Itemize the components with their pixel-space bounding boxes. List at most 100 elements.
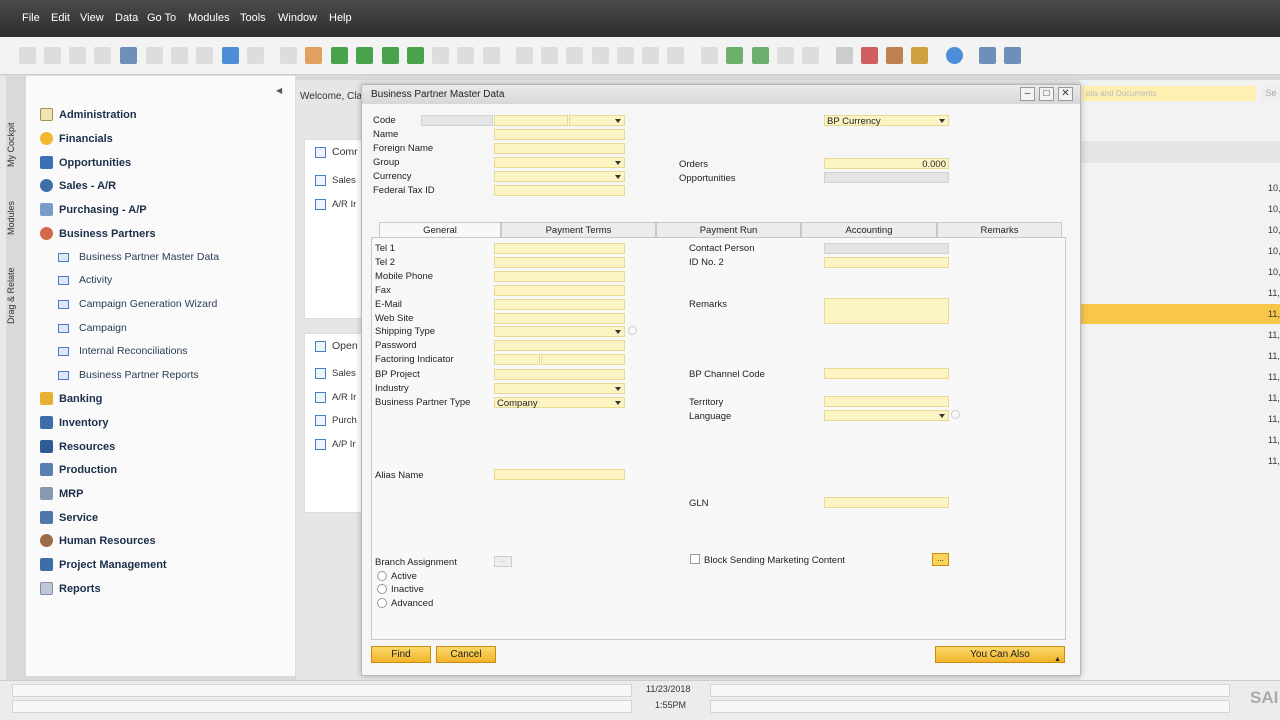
previous-record-icon[interactable] [356,47,373,64]
org-icon[interactable] [911,47,928,64]
gross-profit-icon[interactable] [617,47,634,64]
menu-window[interactable]: Window [278,12,317,24]
transaction-icon[interactable] [667,47,684,64]
mobile-field[interactable] [494,271,625,282]
last-record-icon[interactable] [407,47,424,64]
menu-edit[interactable]: Edit [51,12,70,24]
lock-icon[interactable] [247,47,264,64]
nav-mrp[interactable]: MRP [40,487,83,500]
sub-activity[interactable]: Activity [58,274,112,286]
filter-icon[interactable] [457,47,474,64]
sub-bp-reports[interactable]: Business Partner Reports [58,369,199,381]
tab-modules[interactable]: Modules [6,196,24,240]
alert-icon[interactable] [802,47,819,64]
nav-inventory[interactable]: Inventory [40,416,109,429]
website-field[interactable] [494,313,625,324]
word-icon[interactable] [171,47,188,64]
nav-business-partners[interactable]: Business Partners [40,227,156,240]
form-settings-icon[interactable] [752,47,769,64]
menu-file[interactable]: File [22,12,40,24]
tel2-field[interactable] [494,257,625,268]
sms-icon[interactable] [94,47,111,64]
widget-row[interactable]: A/R Ir [315,392,356,403]
you-can-also-button[interactable]: You Can Also ▲ [935,646,1065,663]
link-icon[interactable] [951,410,960,419]
tab-general[interactable]: General [379,222,501,238]
menu-data[interactable]: Data [115,12,138,24]
calculator-icon[interactable] [886,47,903,64]
widget-row[interactable]: Purch [315,415,357,426]
new-doc-icon[interactable] [726,47,743,64]
sub-internal-reconciliations[interactable]: Internal Reconciliations [58,345,188,357]
close-icon[interactable]: ✕ [1058,87,1073,101]
launch-icon[interactable] [222,47,239,64]
factoring-name-field[interactable] [541,354,625,365]
menu-help[interactable]: Help [329,12,352,24]
fax-field[interactable] [494,285,625,296]
target-doc-icon[interactable] [541,47,558,64]
factoring-code-field[interactable] [494,354,540,365]
nav-banking[interactable]: Banking [40,392,102,405]
widget-row[interactable]: Sales [315,368,356,379]
territory-field[interactable] [824,396,949,407]
gln-field[interactable] [824,497,949,508]
first-record-icon[interactable] [331,47,348,64]
nav-production[interactable]: Production [40,463,117,476]
tab-payment-terms[interactable]: Payment Terms [501,222,656,238]
bp-project-field[interactable] [494,369,625,380]
base-doc-icon[interactable] [516,47,533,64]
window-icon[interactable] [1004,47,1021,64]
menu-goto[interactable]: Go To [147,12,176,24]
preview-icon[interactable] [19,47,36,64]
sort-icon[interactable] [483,47,500,64]
tab-accounting[interactable]: Accounting [801,222,937,238]
payment-icon[interactable] [592,47,609,64]
bp-currency-dropdown[interactable]: BP Currency [824,115,949,127]
tab-drag-relate[interactable]: Drag & Relate [6,261,24,331]
volume-icon[interactable] [642,47,659,64]
window-titlebar[interactable]: Business Partner Master Data ‒ □ ✕ [362,85,1080,104]
sub-bp-master-data[interactable]: Business Partner Master Data [58,251,219,263]
next-record-icon[interactable] [382,47,399,64]
branch-ellipsis-button[interactable]: ... [494,556,512,567]
link-icon[interactable] [628,326,637,335]
nav-sales[interactable]: Sales - A/R [40,179,116,192]
nav-human-resources[interactable]: Human Resources [40,534,156,547]
tab-my-cockpit[interactable]: My Cockpit [6,114,24,176]
find-button[interactable]: Find [371,646,431,663]
nav-project-management[interactable]: Project Management [40,558,167,571]
active-radio[interactable] [377,571,387,581]
name-field[interactable] [494,129,625,140]
currency-dropdown[interactable] [494,171,625,182]
foreign-name-field[interactable] [494,143,625,154]
remarks-field[interactable] [824,298,949,324]
code-series-field[interactable] [421,115,493,126]
search-icon[interactable]: Se [1262,86,1280,101]
tab-payment-run[interactable]: Payment Run [656,222,801,238]
nav-administration[interactable]: Administration [40,108,137,121]
settings-icon[interactable] [979,47,996,64]
find-icon[interactable] [280,47,297,64]
cockpit-search-field[interactable]: ails and Documents [1082,86,1256,101]
advanced-radio[interactable] [377,598,387,608]
print-icon[interactable] [44,47,61,64]
refresh-icon[interactable] [432,47,449,64]
minimize-icon[interactable]: ‒ [1020,87,1035,101]
nav-service[interactable]: Service [40,511,98,524]
tab-remarks[interactable]: Remarks [937,222,1062,238]
message-icon[interactable] [777,47,794,64]
nav-purchasing[interactable]: Purchasing - A/P [40,203,147,216]
export-icon[interactable] [146,47,163,64]
code-type-dropdown[interactable] [569,115,625,126]
channel-code-field[interactable] [824,368,949,379]
widget-row[interactable]: A/R Ir [315,199,356,210]
bp-type-dropdown[interactable]: Company [494,397,625,409]
help-icon[interactable] [946,47,963,64]
nav-reports[interactable]: Reports [40,582,101,595]
code-field[interactable] [494,115,568,126]
maximize-icon[interactable]: □ [1039,87,1054,101]
group-dropdown[interactable] [494,157,625,168]
widget-row[interactable]: A/P Ir [315,439,356,450]
tel1-field[interactable] [494,243,625,254]
menu-view[interactable]: View [80,12,104,24]
